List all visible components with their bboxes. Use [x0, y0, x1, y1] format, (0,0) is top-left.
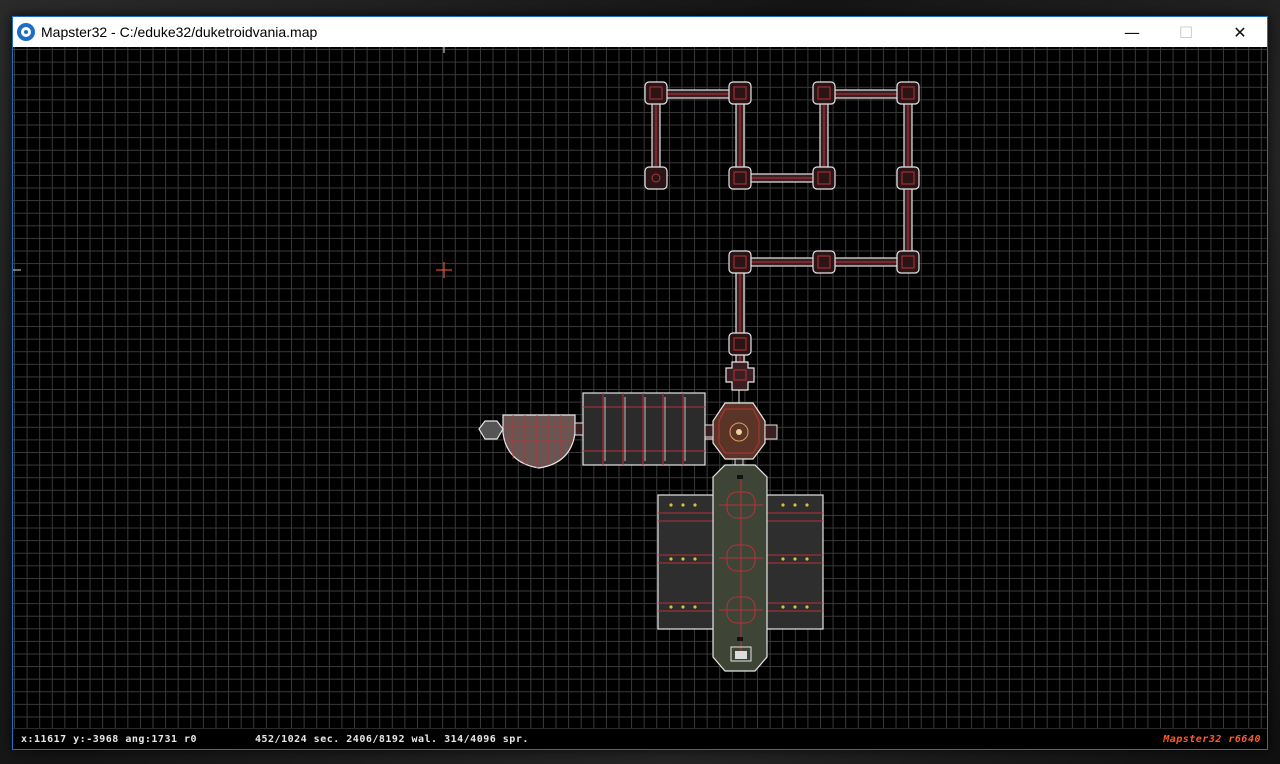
junction-nodes	[644, 81, 920, 356]
corridor-network	[651, 89, 913, 378]
cross-room	[725, 361, 755, 391]
app-icon[interactable]	[17, 23, 35, 41]
arena-room	[657, 464, 824, 672]
close-button[interactable]: ✕	[1213, 17, 1267, 47]
map-editor-canvas[interactable]	[13, 47, 1267, 728]
window-title: Mapster32 - C:/eduke32/duketroidvania.ma…	[41, 24, 318, 40]
crosshair-icon	[436, 262, 452, 278]
maximize-button[interactable]: ☐	[1159, 17, 1213, 47]
cursor-coordinates: x:11617 y:-3968 ang:1731 r0	[21, 733, 198, 745]
app-window: Mapster32 - C:/eduke32/duketroidvania.ma…	[12, 16, 1268, 750]
cell-hallway	[582, 392, 714, 466]
tank-room	[478, 414, 584, 469]
map-layout	[13, 47, 920, 672]
map-object-counts: 452/1024 sec. 2406/8192 wal. 314/4096 sp…	[255, 733, 529, 745]
minimize-button[interactable]: —	[1105, 17, 1159, 47]
title-bar[interactable]: Mapster32 - C:/eduke32/duketroidvania.ma…	[13, 17, 1267, 47]
status-bar: x:11617 y:-3968 ang:1731 r0 452/1024 sec…	[13, 728, 1267, 749]
app-version-label: Mapster32 r6640	[1163, 733, 1261, 745]
